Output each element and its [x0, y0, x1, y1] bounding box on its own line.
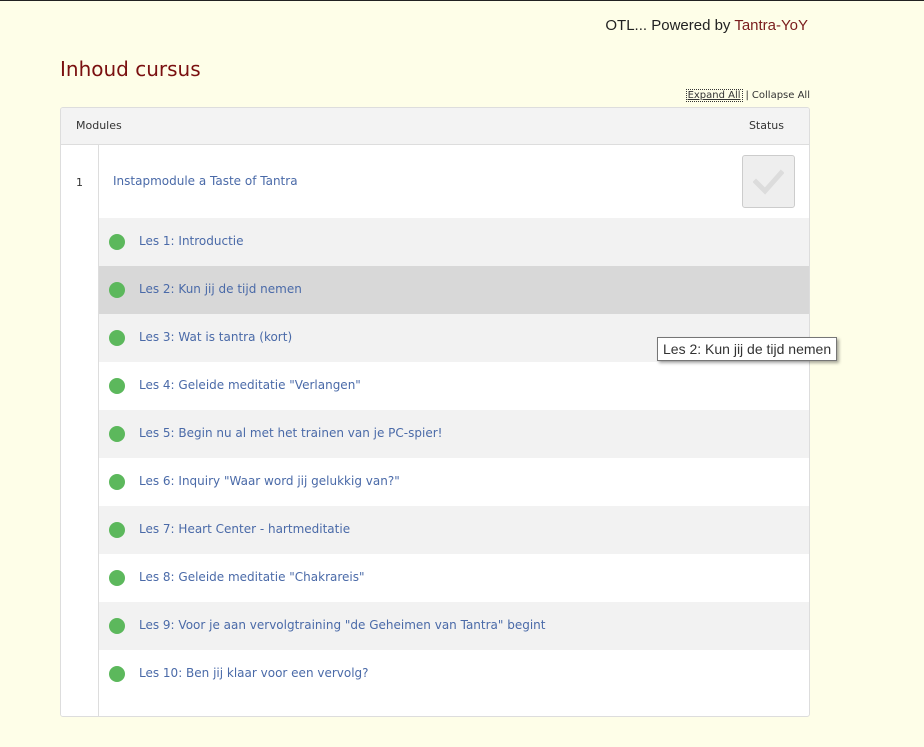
lesson-link[interactable]: Les 10: Ben jij klaar voor een vervolg?	[139, 666, 369, 680]
complete-status-icon	[109, 378, 125, 394]
powered-by-text: OTL... Powered by Tantra-YoY	[605, 17, 808, 34]
lesson-item[interactable]: Les 1: Introductie	[99, 218, 809, 266]
powered-prefix: OTL... Powered by	[605, 17, 735, 34]
lesson-item[interactable]: Les 4: Geleide meditatie "Verlangen"	[99, 362, 809, 410]
lesson-link[interactable]: Les 8: Geleide meditatie "Chakrareis"	[139, 570, 365, 584]
lesson-list: Les 1: Introductie Les 2: Kun jij de tij…	[99, 218, 809, 698]
lesson-link[interactable]: Les 6: Inquiry "Waar word jij gelukkig v…	[139, 474, 400, 488]
complete-status-icon	[109, 426, 125, 442]
lesson-link[interactable]: Les 9: Voor je aan vervolgtraining "de G…	[139, 618, 546, 632]
lesson-item[interactable]: Les 10: Ben jij klaar voor een vervolg?	[99, 650, 809, 698]
complete-status-icon	[109, 234, 125, 250]
lesson-link[interactable]: Les 3: Wat is tantra (kort)	[139, 330, 292, 344]
collapse-all-link[interactable]: Collapse All	[752, 90, 810, 101]
lesson-item[interactable]: Les 2: Kun jij de tijd nemen	[99, 266, 809, 314]
lesson-link[interactable]: Les 2: Kun jij de tijd nemen	[139, 282, 302, 296]
course-contents-table: Modules Status 1 Instapmodule a Taste of…	[60, 107, 810, 717]
lesson-item[interactable]: Les 8: Geleide meditatie "Chakrareis"	[99, 554, 809, 602]
lesson-link[interactable]: Les 5: Begin nu al met het trainen van j…	[139, 426, 442, 440]
complete-status-icon	[109, 282, 125, 298]
complete-status-icon	[109, 570, 125, 586]
lesson-link[interactable]: Les 7: Heart Center - hartmeditatie	[139, 522, 350, 536]
hover-tooltip: Les 2: Kun jij de tijd nemen	[657, 337, 838, 361]
module-status-box	[742, 155, 795, 208]
lesson-item[interactable]: Les 6: Inquiry "Waar word jij gelukkig v…	[99, 458, 809, 506]
complete-status-icon	[109, 618, 125, 634]
expand-all-link[interactable]: Expand All	[685, 89, 743, 102]
modules-column-header: Modules	[76, 119, 122, 132]
checkmark-icon	[753, 169, 784, 195]
status-column-header: Status	[748, 119, 784, 132]
module-number: 1	[76, 176, 83, 189]
lesson-item[interactable]: Les 7: Heart Center - hartmeditatie	[99, 506, 809, 554]
lesson-link[interactable]: Les 1: Introductie	[139, 234, 244, 248]
page-title: Inhoud cursus	[60, 57, 201, 81]
module-row: Instapmodule a Taste of Tantra	[99, 145, 809, 218]
complete-status-icon	[109, 474, 125, 490]
module-title-link[interactable]: Instapmodule a Taste of Tantra	[113, 174, 298, 188]
module-number-column: 1	[61, 145, 99, 716]
lesson-item[interactable]: Les 5: Begin nu al met het trainen van j…	[99, 410, 809, 458]
complete-status-icon	[109, 522, 125, 538]
expand-collapse-controls: Expand All | Collapse All	[685, 89, 810, 102]
table-header: Modules Status	[61, 108, 809, 145]
lesson-link[interactable]: Les 4: Geleide meditatie "Verlangen"	[139, 378, 361, 392]
complete-status-icon	[109, 666, 125, 682]
separator: |	[745, 90, 749, 101]
lesson-item[interactable]: Les 9: Voor je aan vervolgtraining "de G…	[99, 602, 809, 650]
powered-by-link[interactable]: Tantra-YoY	[734, 17, 808, 34]
complete-status-icon	[109, 330, 125, 346]
